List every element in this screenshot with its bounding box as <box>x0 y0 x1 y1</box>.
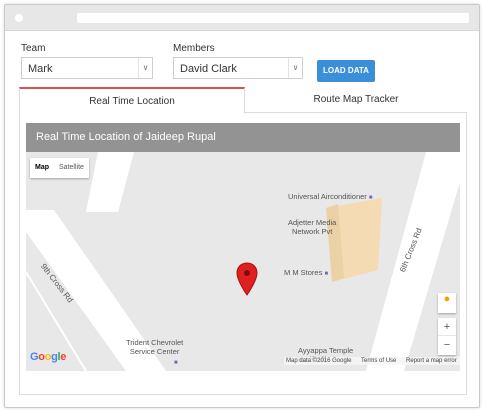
window-dot <box>15 14 23 22</box>
members-select-value: David Clark <box>180 63 237 75</box>
tab-panel: Real Time Location of Jaideep Rupal Map … <box>19 113 467 395</box>
terms-of-use-link[interactable]: Terms of Use <box>361 358 396 364</box>
tab-real-time-location[interactable]: Real Time Location <box>19 87 245 114</box>
tab-bar: Real Time Location Route Map Tracker <box>19 87 467 114</box>
google-logo[interactable]: Google <box>30 351 66 363</box>
map-type-satellite[interactable]: Satellite <box>54 158 89 178</box>
zoom-in-button[interactable]: + <box>438 318 456 336</box>
address-bar[interactable] <box>77 13 469 23</box>
poi-adjetter-media: Adjetter Media Network Pvt <box>288 218 337 236</box>
map-attribution: Map data ©2016 Google Terms of Use Repor… <box>284 357 460 365</box>
shop-icon: ■ <box>324 271 329 277</box>
tab-route-map-tracker[interactable]: Route Map Tracker <box>245 87 467 113</box>
load-data-button[interactable]: LOAD DATA <box>317 60 375 82</box>
team-select[interactable]: Mark ∨ <box>21 57 153 79</box>
location-marker-icon[interactable] <box>236 262 258 296</box>
members-select[interactable]: David Clark ∨ <box>173 57 303 79</box>
map-title: Real Time Location of Jaideep Rupal <box>26 123 460 152</box>
map-type-map[interactable]: Map <box>30 158 54 178</box>
shop-icon: ■ <box>174 360 178 366</box>
map-canvas[interactable]: Map Satellite Universal Airconditioner ■… <box>26 152 460 371</box>
zoom-out-button[interactable]: − <box>438 336 456 354</box>
report-map-error-link[interactable]: Report a map error <box>406 358 457 364</box>
zoom-control: + − <box>438 318 456 355</box>
poi-trident-chevrolet: Trident Chevrolet Service Center <box>126 338 184 356</box>
poi-universal-airconditioner: Universal Airconditioner ■ <box>288 192 373 201</box>
browser-titlebar <box>5 5 479 31</box>
team-label: Team <box>21 43 46 54</box>
shop-icon: ■ <box>368 195 373 201</box>
chevron-down-icon: ∨ <box>138 58 152 78</box>
map-data-credit: Map data ©2016 Google <box>286 358 352 364</box>
poi-mm-stores: M M Stores ■ <box>284 268 329 277</box>
map-type-control: Map Satellite <box>30 158 89 178</box>
chevron-down-icon: ∨ <box>288 58 302 78</box>
browser-window: Team Mark ∨ Members David Clark ∨ LOAD D… <box>4 4 480 408</box>
team-select-value: Mark <box>28 63 53 75</box>
pegman-icon[interactable]: ● <box>438 293 456 313</box>
members-label: Members <box>173 43 215 54</box>
